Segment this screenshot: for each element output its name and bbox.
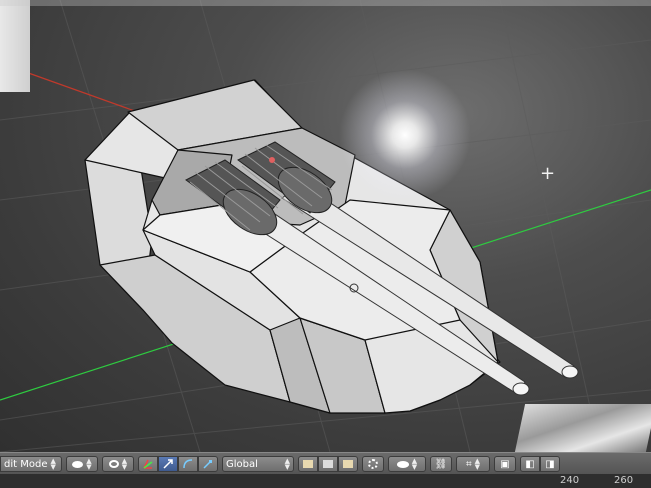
- mode-select[interactable]: dit Mode ▲ ▼: [0, 456, 62, 472]
- sphere-icon: [72, 460, 84, 468]
- scale-icon[interactable]: [198, 456, 218, 472]
- link-icon[interactable]: ⛓: [430, 456, 452, 472]
- proportional-edit-select[interactable]: ▲ ▼: [388, 456, 426, 472]
- timeline-tick-2: 260: [614, 475, 634, 486]
- photo-frame-edge: [0, 0, 30, 92]
- shading-select[interactable]: ▲ ▼: [66, 456, 98, 472]
- proportional-edit-icon: [396, 460, 409, 468]
- chevron-updown-icon: ▲ ▼: [474, 457, 481, 471]
- layer-3-icon[interactable]: [338, 456, 358, 472]
- orientation-select[interactable]: Global ▲ ▼: [222, 456, 294, 472]
- translate-icon[interactable]: [158, 456, 178, 472]
- chevron-updown-icon: ▲ ▼: [50, 457, 56, 471]
- magnet-icon: ⌗: [465, 458, 472, 470]
- snap-icon[interactable]: [362, 456, 384, 472]
- timeline-tick-1: 240: [560, 475, 580, 486]
- chevron-updown-icon: ▲ ▼: [121, 457, 128, 471]
- manipulator-group: [138, 456, 218, 472]
- layer-2-icon[interactable]: [318, 456, 338, 472]
- render-icon[interactable]: ▣: [494, 456, 516, 472]
- pivot-select[interactable]: ▲ ▼: [102, 456, 134, 472]
- snap-element-select[interactable]: ⌗ ▲ ▼: [456, 456, 490, 472]
- 3d-cursor-icon[interactable]: +: [540, 165, 555, 183]
- chevron-updown-icon: ▲ ▼: [411, 457, 418, 471]
- scene-canvas[interactable]: [0, 0, 651, 452]
- render-anim-icon[interactable]: ◧: [520, 456, 540, 472]
- render-view-icon[interactable]: ◨: [540, 456, 560, 472]
- reference-photo-thumbnail: [514, 404, 651, 452]
- viewport-header: dit Mode ▲ ▼ ▲ ▼ ▲ ▼ Global ▲ ▼ ▲ ▼ ⛓ ⌗ …: [0, 452, 651, 475]
- timeline-strip: 240 260: [0, 474, 651, 488]
- render-group: ◧ ◨: [520, 456, 560, 472]
- mode-select-label: dit Mode: [4, 458, 48, 470]
- chevron-updown-icon: ▲ ▼: [284, 457, 290, 471]
- axes-manipulator-icon[interactable]: [138, 456, 158, 472]
- rotate-icon[interactable]: [178, 456, 198, 472]
- pivot-icon: [108, 460, 119, 468]
- chevron-updown-icon: ▲ ▼: [86, 457, 92, 471]
- orientation-label: Global: [226, 458, 258, 470]
- layer-group: [298, 456, 358, 472]
- photo-frame-top: [0, 0, 651, 6]
- 3d-viewport[interactable]: +: [0, 0, 651, 452]
- layer-1-icon[interactable]: [298, 456, 318, 472]
